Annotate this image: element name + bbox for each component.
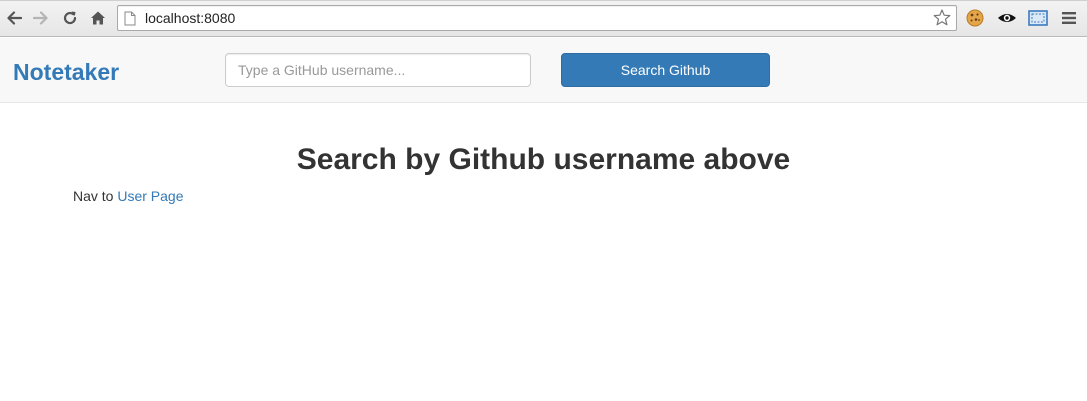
home-button[interactable] (88, 7, 108, 29)
browser-toolbar: localhost:8080 (0, 0, 1087, 37)
back-button[interactable] (4, 7, 24, 29)
reload-button[interactable] (60, 7, 80, 29)
home-icon (91, 11, 105, 25)
search-github-button[interactable]: Search Github (561, 53, 770, 87)
star-icon[interactable] (932, 8, 952, 28)
page-heading: Search by Github username above (296, 143, 791, 176)
cookie-extension-button[interactable] (965, 8, 985, 28)
forward-arrow-icon (33, 11, 48, 25)
back-arrow-icon (7, 11, 22, 25)
nav-prefix: Nav to (73, 188, 114, 204)
github-username-search-input[interactable] (225, 53, 531, 87)
hamburger-menu-icon (1062, 12, 1076, 24)
eye-extension-button[interactable] (997, 8, 1017, 28)
toolbar-top-border (0, 0, 1087, 1)
screen-extension-button[interactable] (1028, 8, 1048, 28)
cookie-icon (966, 9, 984, 27)
eye-icon (998, 14, 1016, 22)
forward-button[interactable] (31, 7, 51, 29)
page-icon (124, 11, 136, 26)
address-bar[interactable]: localhost:8080 (117, 5, 957, 31)
chrome-menu-button[interactable] (1059, 8, 1079, 28)
reload-icon (63, 11, 77, 25)
nav-line: Nav to User Page (73, 188, 184, 205)
user-page-link[interactable]: User Page (117, 188, 183, 204)
screen-icon (1028, 10, 1048, 26)
brand-logo[interactable]: Notetaker (13, 58, 119, 86)
url-text: localhost:8080 (145, 10, 236, 26)
app-navbar: Notetaker Search Github (0, 38, 1087, 103)
